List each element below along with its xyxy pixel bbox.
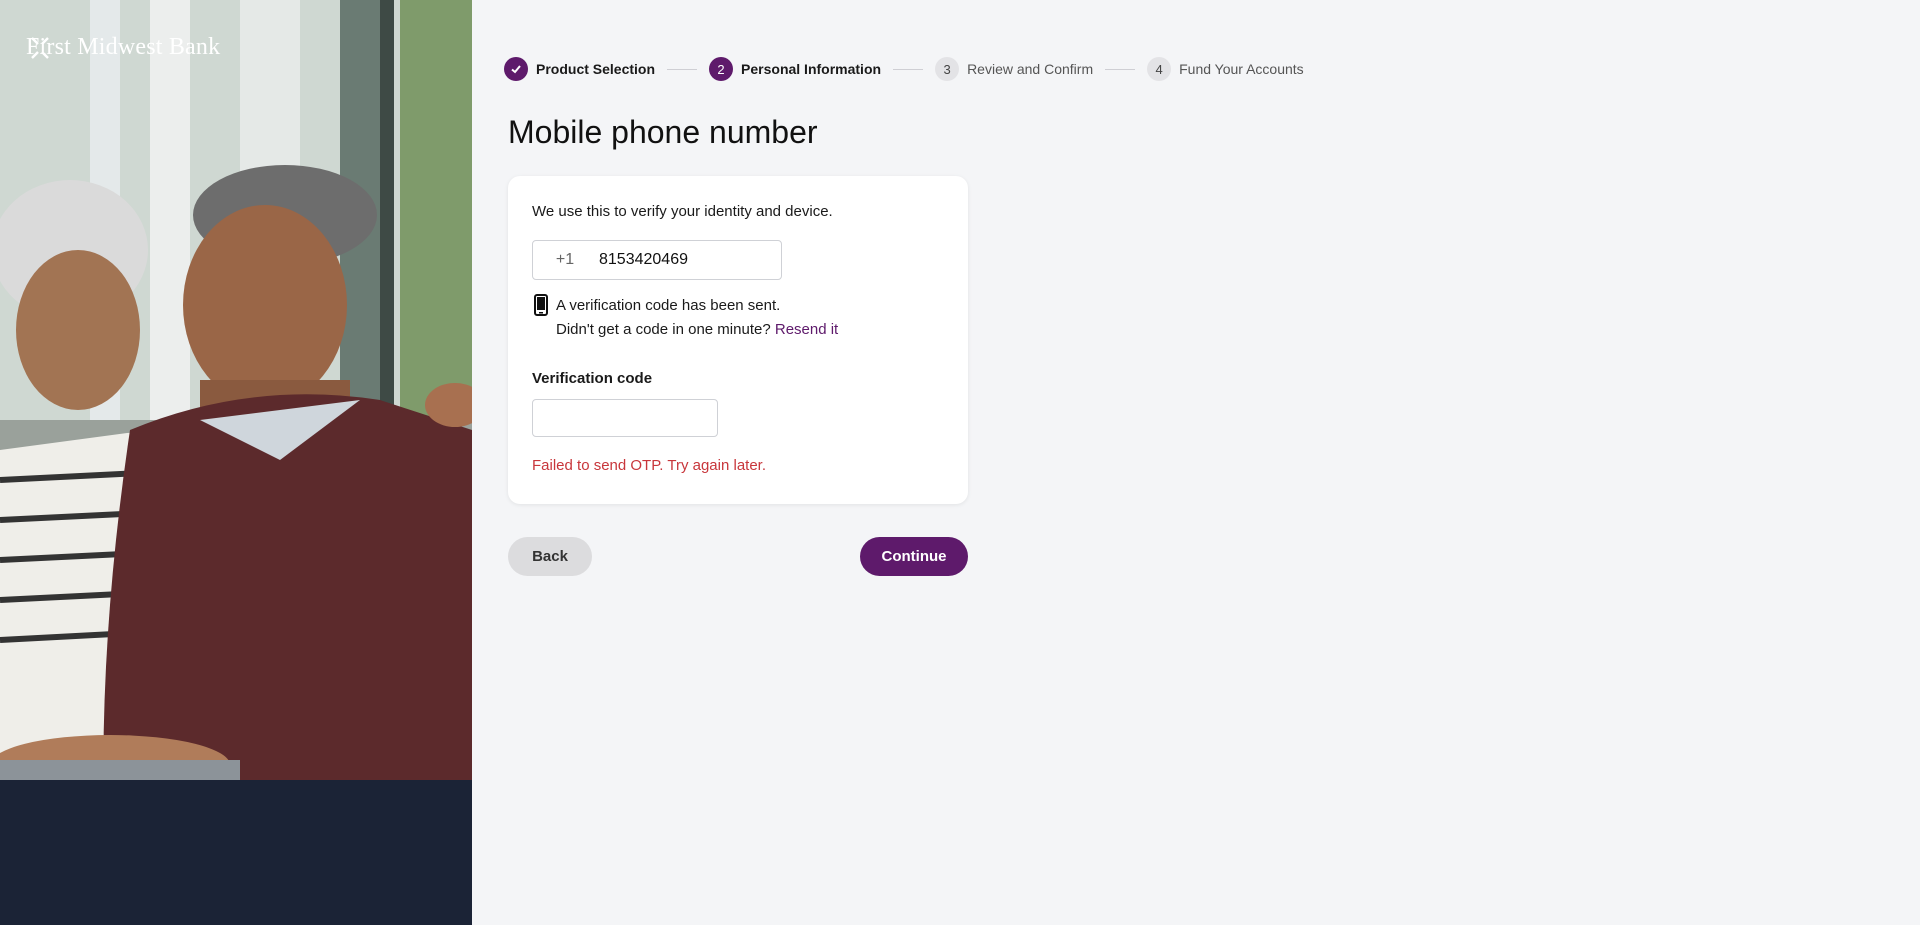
phone-number-input[interactable] [597,250,761,270]
phone-verification-card: We use this to verify your identity and … [508,176,968,504]
bank-logo-mark-icon [31,37,49,59]
code-sent-notice: A verification code has been sent. Didn'… [534,294,838,342]
bank-name: First Midwest Bank [26,34,221,60]
notice-text: A verification code has been sent. Didn'… [556,294,838,342]
progress-stepper: Product Selection 2 Personal Information… [504,57,1304,81]
step-connector [893,68,924,70]
step-label: Fund Your Accounts [1179,61,1304,77]
notice-line-resend: Didn't get a code in one minute? Resend … [556,318,838,342]
back-button[interactable]: Back [508,537,592,576]
otp-error-message: Failed to send OTP. Try again later. [532,457,767,474]
step-number: 4 [1147,57,1172,81]
hero-photo [0,0,472,925]
card-description: We use this to verify your identity and … [532,203,833,220]
continue-button[interactable]: Continue [860,537,968,576]
main-content: Product Selection 2 Personal Information… [472,0,1920,925]
step-label: Personal Information [741,61,882,77]
step-product-selection: Product Selection [504,57,655,81]
verification-code-input[interactable] [532,399,718,437]
verification-code-label: Verification code [532,370,653,387]
step-connector [667,68,698,70]
step-connector [1105,68,1136,70]
step-label: Review and Confirm [967,61,1094,77]
mobile-phone-icon [534,294,548,342]
step-number: 2 [709,57,734,81]
step-number: 3 [935,57,960,81]
step-label: Product Selection [536,61,656,77]
page-title: Mobile phone number [508,114,818,150]
phone-number-field[interactable]: +1 [532,240,782,280]
bank-logo[interactable]: First Midwest Bank [26,34,220,61]
notice-question: Didn't get a code in one minute? [556,321,771,338]
step-personal-information: 2 Personal Information [709,57,881,81]
step-review-and-confirm: 3 Review and Confirm [935,57,1093,81]
notice-line-sent: A verification code has been sent. [556,297,781,314]
hero-panel: First Midwest Bank [0,0,472,925]
step-fund-your-accounts: 4 Fund Your Accounts [1147,57,1304,81]
resend-code-link[interactable]: Resend it [775,321,838,338]
country-code-prefix: +1 [555,251,575,268]
checkmark-icon [504,57,528,81]
